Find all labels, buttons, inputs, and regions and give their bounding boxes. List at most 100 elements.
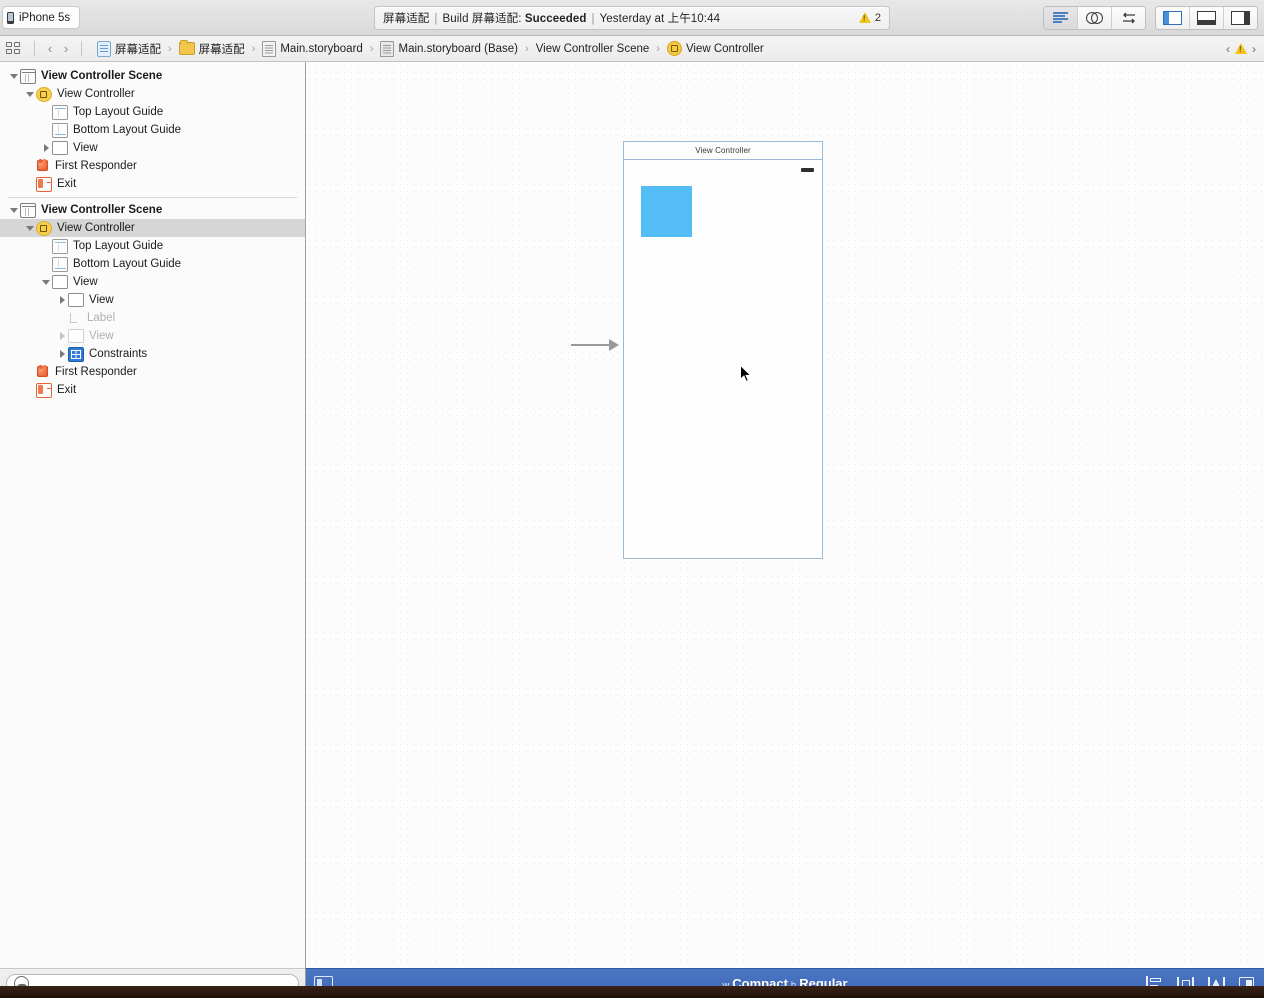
navigate-forward-button[interactable]: ›	[58, 41, 74, 56]
breadcrumb-item-storyboard[interactable]: Main.storyboard	[260, 40, 364, 57]
scene-title-bar[interactable]: View Controller	[624, 142, 822, 160]
view-icon	[52, 141, 68, 155]
disclosure-triangle[interactable]	[24, 88, 36, 100]
outline-row-subview[interactable]: View	[0, 291, 305, 309]
outline-row-root-view[interactable]: View	[0, 273, 305, 291]
scene-icon	[20, 68, 36, 84]
disclosure-triangle[interactable]	[24, 222, 36, 234]
disclosure-triangle[interactable]	[40, 142, 52, 154]
blue-subview[interactable]	[641, 186, 692, 237]
breadcrumb-item-view-controller[interactable]: View Controller	[665, 41, 766, 56]
outline-row-label: First Responder	[55, 160, 137, 172]
disclosure-triangle[interactable]	[40, 276, 52, 288]
top-layout-guide-icon	[52, 104, 68, 120]
outline-tree[interactable]: View Controller Scene View Controller To…	[0, 62, 305, 968]
disclosure-triangle[interactable]	[56, 294, 68, 306]
view-controller-scene[interactable]: View Controller	[623, 141, 823, 559]
outline-row-view-controller-selected[interactable]: View Controller	[0, 219, 305, 237]
assistant-editor-button[interactable]	[1078, 6, 1112, 29]
outline-row-label: Label	[87, 312, 116, 324]
disclosure-triangle[interactable]	[56, 330, 68, 342]
outline-row-label: View	[73, 276, 98, 288]
breadcrumb-item-project[interactable]: 屏幕适配	[95, 40, 163, 57]
initial-view-controller-arrow	[571, 337, 619, 353]
outline-row-exit[interactable]: Exit	[0, 175, 305, 193]
outline-row-subview-dimmed[interactable]: View	[0, 327, 305, 345]
outline-row-first-responder-2[interactable]: First Responder	[0, 363, 305, 381]
view-toggle-segmented-control[interactable]	[1155, 5, 1258, 30]
issue-navigation: ‹ ›	[1226, 42, 1258, 56]
scheme-destination-label: iPhone 5s	[19, 11, 71, 24]
breadcrumb-label: 屏幕适配	[115, 43, 161, 56]
outline-row-constraints[interactable]: Constraints	[0, 345, 305, 363]
navigate-back-button[interactable]: ‹	[42, 41, 58, 56]
previous-issue-button[interactable]: ‹	[1226, 42, 1230, 56]
warning-triangle-icon[interactable]	[1235, 43, 1247, 54]
disclosure-triangle[interactable]	[8, 204, 20, 216]
exit-icon	[36, 382, 52, 398]
disclosure-triangle[interactable]	[56, 348, 68, 360]
activity-status-bar[interactable]: 屏幕适配 | Build 屏幕适配: Succeeded | Yesterday at …	[374, 5, 890, 30]
status-timestamp: Yesterday at 上午10:44	[599, 12, 721, 25]
outline-row-scene-2[interactable]: View Controller Scene	[0, 201, 305, 219]
next-issue-button[interactable]: ›	[1252, 42, 1256, 56]
breadcrumb-item-folder[interactable]: 屏幕适配	[177, 40, 247, 57]
editor-mode-segmented-control[interactable]	[1043, 5, 1146, 30]
outline-row-label: Top Layout Guide	[73, 240, 164, 252]
standard-editor-button[interactable]	[1044, 6, 1078, 29]
outline-row-label: Constraints	[89, 348, 148, 360]
view-icon	[68, 329, 84, 343]
outline-row-label: View	[89, 294, 114, 306]
breadcrumb-label: 屏幕适配	[198, 43, 245, 56]
toggle-navigator-button[interactable]	[1156, 6, 1190, 29]
left-panel-icon	[1163, 10, 1182, 25]
jump-bar: ‹ › 屏幕适配 › 屏幕适配 › Main.storyboard › Main…	[0, 36, 1264, 92]
version-editor-button[interactable]	[1112, 6, 1145, 29]
outline-row-label-item[interactable]: Label	[0, 309, 305, 327]
outline-row-top-layout-guide[interactable]: Top Layout Guide	[0, 103, 305, 121]
iphone-icon	[7, 11, 14, 24]
toolbar: iPhone 5s 屏幕适配 | Build 屏幕适配: Succeeded | Yes…	[0, 0, 1264, 36]
outline-row-top-layout-guide-2[interactable]: Top Layout Guide	[0, 237, 305, 255]
breadcrumb-separator: ›	[525, 42, 529, 55]
file-base-icon	[380, 40, 395, 57]
status-action-prefix: Build	[442, 12, 469, 25]
outline-row-bottom-layout-guide[interactable]: Bottom Layout Guide	[0, 121, 305, 139]
outline-row-label: Bottom Layout Guide	[73, 258, 182, 270]
scene-body[interactable]	[624, 160, 822, 558]
breadcrumb-separator: ›	[168, 42, 172, 55]
outline-row-view[interactable]: View	[0, 139, 305, 157]
outline-row-scene[interactable]: View Controller Scene	[0, 67, 305, 85]
outline-row-first-responder[interactable]: First Responder	[0, 157, 305, 175]
outline-row-bottom-layout-guide-2[interactable]: Bottom Layout Guide	[0, 255, 305, 273]
view-controller-icon	[36, 86, 52, 102]
project-icon	[97, 40, 111, 57]
scene-icon	[20, 202, 36, 218]
status-separator-1: |	[434, 12, 438, 25]
toggle-utilities-button[interactable]	[1224, 6, 1257, 29]
outline-row-exit-2[interactable]: Exit	[0, 381, 305, 399]
venn-icon	[1086, 11, 1103, 24]
storyboard-canvas[interactable]: View Controller	[306, 62, 1264, 968]
outline-row-label: Top Layout Guide	[73, 106, 164, 118]
breadcrumb-label: View Controller	[685, 42, 764, 55]
xcode-window: iPhone 5s 屏幕适配 | Build 屏幕适配: Succeeded | Yes…	[0, 0, 1264, 998]
folder-icon	[178, 40, 195, 55]
disclosure-triangle[interactable]	[8, 70, 20, 82]
toggle-debug-area-button[interactable]	[1190, 6, 1224, 29]
scheme-destination-button[interactable]: iPhone 5s	[2, 6, 81, 29]
outline-row-view-controller[interactable]: View Controller	[0, 85, 305, 103]
breadcrumb-item-scene[interactable]: View Controller Scene	[317, 43, 652, 92]
status-separator-2: |	[591, 12, 595, 25]
first-responder-icon	[36, 159, 50, 173]
view-controller-icon	[666, 41, 682, 56]
related-items-icon[interactable]	[6, 42, 21, 55]
outline-row-label: Bottom Layout Guide	[73, 124, 182, 136]
breadcrumb-item-storyboard-base[interactable]: Main.storyboard (Base)	[378, 40, 520, 57]
breadcrumb: 屏幕适配 › 屏幕适配 › Main.storyboard › Main.sto…	[95, 40, 766, 92]
arrow-head	[609, 338, 619, 351]
issue-summary[interactable]: 2	[858, 12, 881, 24]
toolbar-right-controls	[1043, 5, 1258, 30]
